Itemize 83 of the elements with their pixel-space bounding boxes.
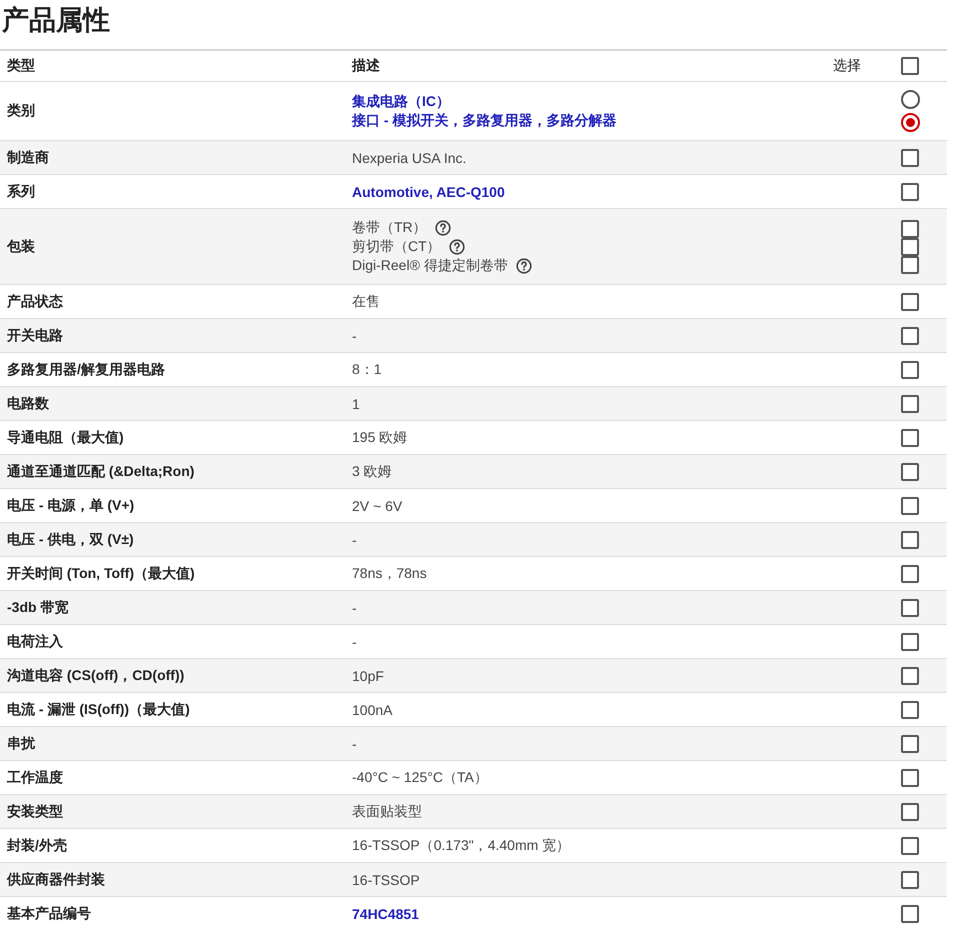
property-value: - <box>352 532 357 548</box>
property-value: 78ns，78ns <box>352 564 427 582</box>
checkbox[interactable] <box>901 394 919 412</box>
property-name: 供应商器件封装 <box>6 870 106 888</box>
checkbox[interactable] <box>901 870 919 888</box>
property-name: 制造商 <box>6 148 50 166</box>
page-title: 产品属性 <box>0 4 111 37</box>
help-icon[interactable] <box>516 258 532 274</box>
property-value: - <box>352 634 357 650</box>
checkbox[interactable] <box>901 220 919 238</box>
property-name: 安装类型 <box>6 802 64 820</box>
property-value: 剪切带（CT） <box>352 238 441 256</box>
property-value: - <box>352 736 357 752</box>
column-header: 描述 <box>350 57 381 75</box>
property-value-link[interactable]: 接口 - 模拟开关，多路复用器，多路分解器 <box>352 112 616 130</box>
checkbox[interactable] <box>901 360 919 378</box>
property-value: - <box>352 328 357 344</box>
property-name: 封装/外壳 <box>6 836 68 854</box>
property-value: - <box>352 600 357 616</box>
checkbox[interactable] <box>901 700 919 718</box>
checkbox[interactable] <box>901 148 919 166</box>
radio-button[interactable] <box>900 90 920 109</box>
checkbox[interactable] <box>901 428 919 446</box>
property-name: 开关电路 <box>6 326 64 344</box>
property-value: 100nA <box>352 702 392 718</box>
property-value: 在售 <box>352 292 380 310</box>
checkbox[interactable] <box>901 632 919 650</box>
checkbox[interactable] <box>901 564 919 582</box>
property-name: 电路数 <box>6 394 50 412</box>
checkbox[interactable] <box>901 292 919 310</box>
checkbox[interactable] <box>901 496 919 514</box>
property-name: 类别 <box>6 102 36 120</box>
checkbox[interactable] <box>901 256 919 274</box>
checkbox[interactable] <box>901 238 919 256</box>
property-value: 1 <box>352 396 360 412</box>
property-value: 16-TSSOP（0.173"，4.40mm 宽） <box>352 836 570 854</box>
property-name: 通道至通道匹配 (&Delta;Ron) <box>6 462 196 480</box>
checkbox[interactable] <box>901 836 919 854</box>
property-value: -40°C ~ 125°C（TA） <box>352 768 488 786</box>
property-name: 基本产品编号 <box>6 904 92 922</box>
property-name: 电压 - 供电，双 (V±) <box>6 530 135 548</box>
property-name: -3db 带宽 <box>6 598 70 616</box>
checkbox[interactable] <box>901 768 919 786</box>
property-name: 串扰 <box>6 734 36 752</box>
property-value: 3 欧姆 <box>352 462 392 480</box>
checkbox[interactable] <box>901 734 919 752</box>
checkbox[interactable] <box>901 598 919 616</box>
checkbox[interactable] <box>901 666 919 684</box>
property-value: 195 欧姆 <box>352 428 408 446</box>
checkbox[interactable] <box>901 462 919 480</box>
property-value: 表面贴装型 <box>352 802 422 820</box>
property-name: 多路复用器/解复用器电路 <box>6 360 166 378</box>
property-value: 16-TSSOP <box>352 872 420 888</box>
property-value: 2V ~ 6V <box>352 498 402 514</box>
property-value-link[interactable]: 集成电路（IC） <box>352 92 450 110</box>
property-value: 8：1 <box>352 360 382 378</box>
checkbox[interactable] <box>901 530 919 548</box>
property-name: 电压 - 电源，单 (V+) <box>6 496 136 514</box>
property-name: 工作温度 <box>6 768 64 786</box>
property-value-link[interactable]: 74HC4851 <box>352 906 419 922</box>
help-icon[interactable] <box>448 238 465 254</box>
property-name: 沟道电容 (CS(off)，CD(off)) <box>6 666 186 684</box>
checkbox[interactable] <box>901 802 919 820</box>
property-value: Digi-Reel® 得捷定制卷带 <box>352 256 508 274</box>
checkbox[interactable] <box>901 182 919 200</box>
checkbox[interactable] <box>901 326 919 344</box>
property-value: 卷带（TR） <box>352 218 427 236</box>
property-name: 系列 <box>6 182 36 200</box>
property-name: 导通电阻（最大值) <box>6 428 125 446</box>
column-header: 类型 <box>6 57 36 75</box>
property-value: Nexperia USA Inc. <box>352 150 466 166</box>
property-value: 10pF <box>352 668 384 684</box>
column-header: 选择 <box>833 57 862 75</box>
checkbox[interactable] <box>901 904 919 922</box>
property-name: 开关时间 (Ton, Toff)（最大值) <box>6 564 196 582</box>
property-name: 电流 - 漏泄 (IS(off))（最大值) <box>6 700 191 718</box>
select-all-checkbox[interactable] <box>901 57 919 75</box>
help-icon[interactable] <box>434 220 451 236</box>
property-name: 电荷注入 <box>6 632 64 650</box>
radio-button[interactable] <box>900 113 920 132</box>
property-name: 产品状态 <box>6 292 64 310</box>
property-name: 包装 <box>6 238 36 256</box>
property-value-link[interactable]: Automotive, AEC-Q100 <box>352 184 505 200</box>
